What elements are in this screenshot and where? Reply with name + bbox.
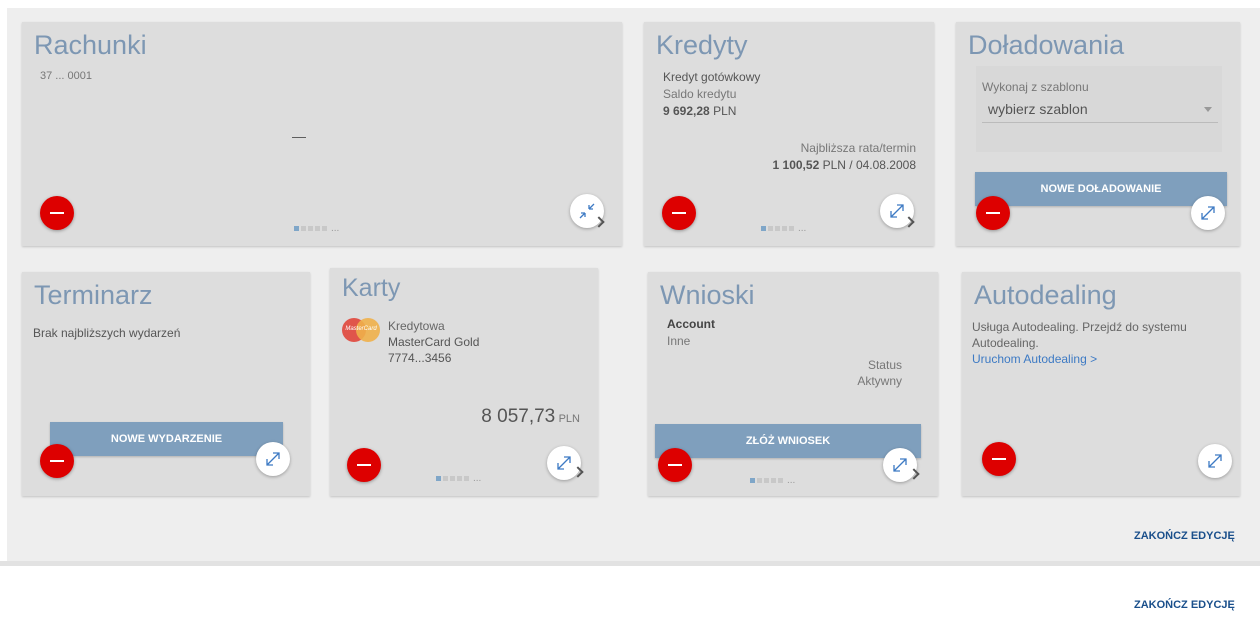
card-amount: 8 057,73: [481, 406, 556, 427]
launch-autodealing-link[interactable]: Uruchom Autodealing >: [972, 352, 1097, 366]
next-rate-amount: 1 100,52: [772, 158, 820, 172]
account-number: 37 ... 0001: [40, 70, 92, 82]
expand-button[interactable]: [1198, 444, 1232, 478]
expand-icon: [893, 458, 907, 472]
expand-icon: [1201, 206, 1215, 220]
widget-title: Rachunki: [34, 30, 147, 60]
expand-button[interactable]: [1191, 196, 1225, 230]
autodealing-description-line2: Autodealing.: [972, 336, 1039, 350]
application-category: Inne: [667, 334, 691, 348]
widget-autodealing: Autodealing Usługa Autodealing. Przejdź …: [962, 272, 1240, 496]
card-name: MasterCard Gold: [388, 335, 480, 349]
status-label: Status: [867, 358, 902, 372]
widget-karty: Karty MasterCard Kredytowa MasterCard Go…: [330, 268, 598, 496]
expand-icon: [266, 452, 280, 466]
autodealing-description-line1: Usługa Autodealing. Przejdź do systemu: [972, 320, 1187, 334]
card-type: Kredytowa: [388, 319, 445, 333]
expand-button[interactable]: [256, 442, 290, 476]
template-select-box: Wykonaj z szablonu wybierz szablon: [976, 66, 1222, 152]
remove-widget-button[interactable]: [658, 448, 692, 482]
widget-title: Karty: [342, 274, 401, 302]
widget-wnioski: Wnioski Account Inne Status Aktywny ZŁÓŻ…: [648, 272, 938, 496]
balance-currency: PLN: [713, 104, 737, 118]
dropdown-caret-icon: [1204, 107, 1212, 112]
template-select-value: wybierz szablon: [988, 101, 1088, 117]
status-value: Aktywny: [857, 374, 902, 388]
widget-title: Autodealing: [974, 280, 1117, 310]
remove-widget-button[interactable]: [40, 444, 74, 478]
widget-terminarz: Terminarz Brak najbliższych wydarzeń NOW…: [22, 272, 310, 496]
expand-icon: [557, 456, 571, 470]
loan-type: Kredyt gotówkowy: [663, 70, 761, 84]
next-rate-date: PLN / 04.08.2008: [822, 158, 916, 172]
card-number: 7774...3456: [388, 351, 452, 365]
balance-value: 9 692,28 PLN: [663, 104, 736, 118]
widget-rachunki: Rachunki 37 ... 0001 — ...: [22, 22, 622, 246]
finish-edit-button[interactable]: ZAKOŃCZ EDYCJĘ: [1134, 530, 1235, 542]
card-balance: 8 057,73 PLN: [481, 406, 580, 428]
widget-kredyty: Kredyty Kredyt gotówkowy Saldo kredytu 9…: [644, 22, 934, 246]
mastercard-logo: MasterCard: [342, 318, 380, 342]
remove-widget-button[interactable]: [982, 442, 1016, 476]
new-topup-button[interactable]: NOWE DOŁADOWANIE: [975, 172, 1227, 206]
section-divider: [0, 561, 1260, 566]
application-name: Account: [667, 317, 715, 331]
pager-dots[interactable]: ...: [750, 472, 795, 486]
pager-dots[interactable]: ...: [294, 220, 339, 234]
next-rate-value: 1 100,52 PLN / 04.08.2008: [773, 158, 916, 172]
widget-title: Wnioski: [660, 280, 755, 310]
submit-application-button[interactable]: ZŁÓŻ WNIOSEK: [655, 424, 921, 458]
remove-widget-button[interactable]: [40, 196, 74, 230]
template-label: Wykonaj z szablonu: [982, 80, 1089, 94]
next-rate-label: Najbliższa rata/termin: [800, 141, 916, 155]
remove-widget-button[interactable]: [976, 196, 1010, 230]
remove-widget-button[interactable]: [347, 448, 381, 482]
expand-icon: [1208, 454, 1222, 468]
widget-title: Doładowania: [968, 30, 1125, 60]
card-currency: PLN: [558, 413, 580, 425]
widget-title: Terminarz: [34, 280, 153, 310]
expand-icon: [890, 204, 904, 218]
pager-dots[interactable]: ...: [436, 470, 481, 484]
balance-label: Saldo kredytu: [663, 87, 737, 101]
pager-dots[interactable]: ...: [761, 220, 806, 234]
balance-amount: 9 692,28: [663, 104, 710, 118]
account-balance: —: [292, 128, 306, 144]
new-event-button[interactable]: NOWE WYDARZENIE: [50, 422, 283, 456]
widget-doladowania: Doładowania Wykonaj z szablonu wybierz s…: [956, 22, 1240, 246]
finish-edit-button-bottom[interactable]: ZAKOŃCZ EDYCJĘ: [1134, 599, 1235, 611]
widget-title: Kredyty: [656, 30, 748, 60]
remove-widget-button[interactable]: [662, 196, 696, 230]
template-select[interactable]: wybierz szablon: [982, 98, 1218, 123]
collapse-icon: [579, 203, 595, 219]
no-events-text: Brak najbliższych wydarzeń: [33, 326, 181, 340]
